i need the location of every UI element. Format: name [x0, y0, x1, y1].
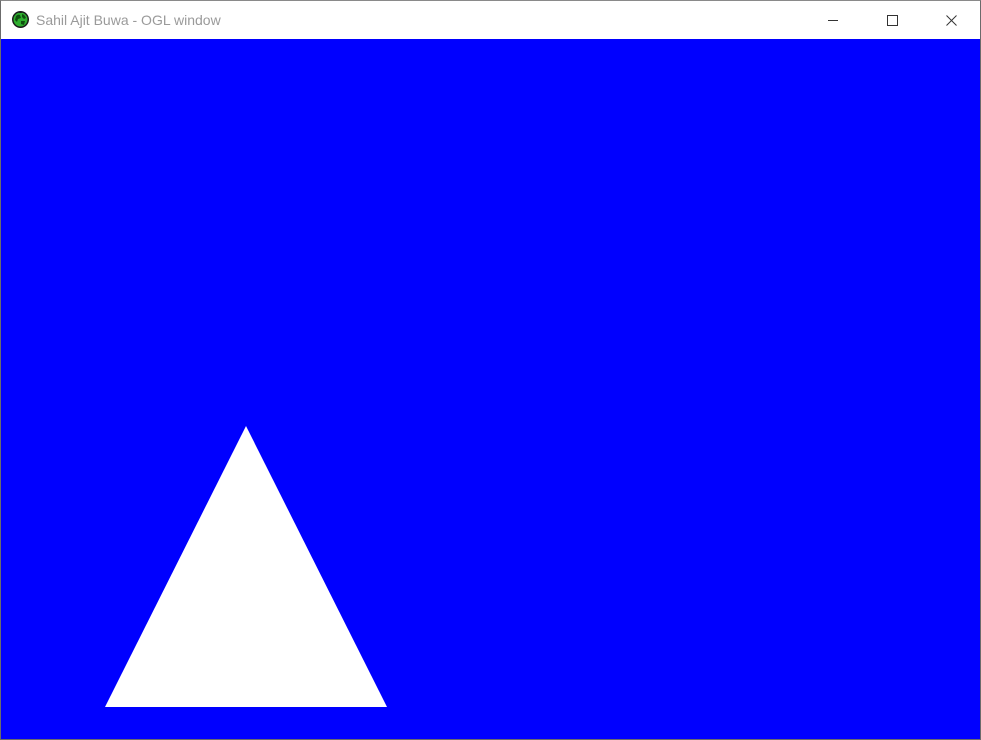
render-surface: [1, 39, 980, 739]
window-title: Sahil Ajit Buwa - OGL window: [36, 12, 221, 28]
minimize-icon: [828, 15, 838, 25]
close-button[interactable]: [922, 1, 980, 39]
globe-icon[interactable]: [11, 10, 30, 29]
close-icon: [945, 14, 957, 26]
opengl-canvas[interactable]: [1, 39, 980, 739]
maximize-icon: [886, 14, 898, 26]
maximize-button[interactable]: [863, 1, 921, 39]
minimize-button[interactable]: [804, 1, 862, 39]
ogl-window: Sahil Ajit Buwa - OGL window: [0, 0, 981, 740]
title-bar[interactable]: Sahil Ajit Buwa - OGL window: [1, 1, 980, 39]
